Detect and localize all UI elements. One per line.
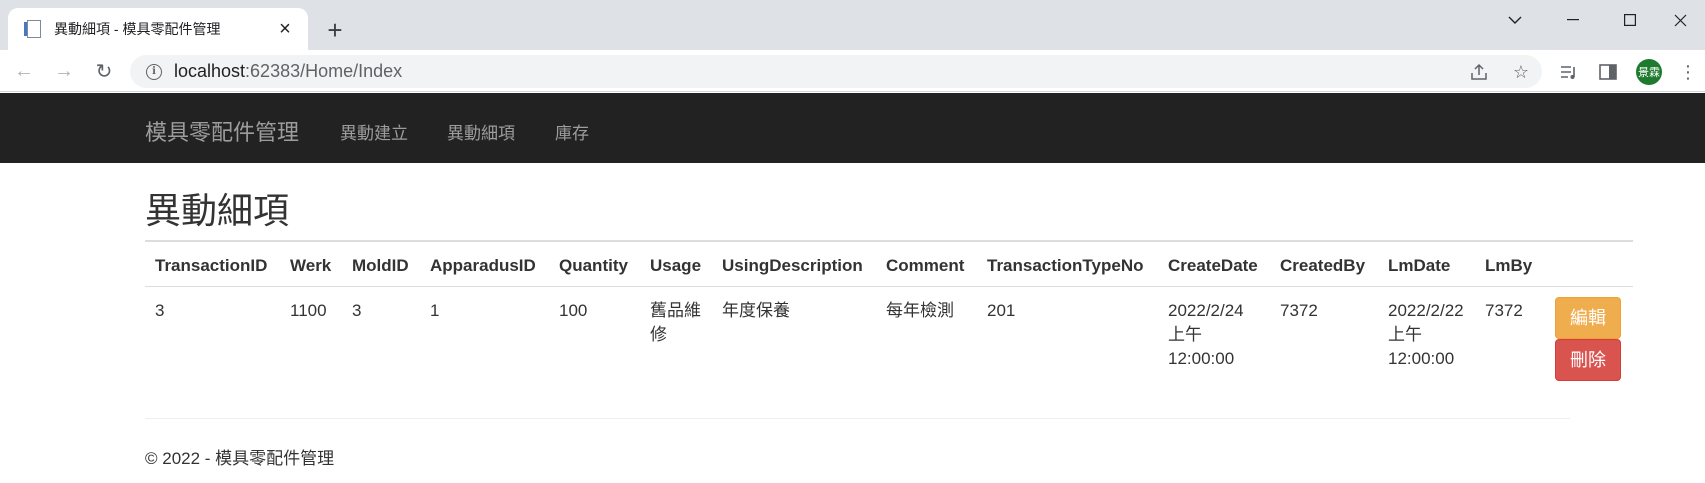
browser-tab-strip: 異動細項 - 模具零配件管理 × +	[0, 0, 1705, 50]
cell-quantity: 100	[559, 301, 588, 320]
site-info-icon[interactable]: i	[146, 63, 162, 80]
cell-actions: 編輯 刪除	[1545, 287, 1633, 406]
cell-lm-by: 7372	[1485, 301, 1523, 320]
cell-comment: 每年檢測	[886, 301, 954, 320]
transactions-table-wrapper: TransactionID Werk MoldID ApparadusID Qu…	[145, 240, 1633, 405]
profile-avatar[interactable]: 景霖	[1636, 59, 1662, 85]
column-header: CreateDate	[1158, 240, 1270, 287]
browser-toolbar: ← → ↻ i localhost:62383/Home/Index ☆ 景霖 …	[0, 50, 1705, 92]
transactions-table: TransactionID Werk MoldID ApparadusID Qu…	[145, 240, 1633, 405]
tab-close-icon[interactable]: ×	[274, 18, 296, 40]
nav-link-inventory[interactable]: 庫存	[555, 119, 589, 144]
browser-tab[interactable]: 異動細項 - 模具零配件管理 ×	[8, 8, 308, 50]
nav-link-details[interactable]: 異動細項	[447, 119, 515, 144]
column-header: Quantity	[549, 240, 640, 287]
delete-button[interactable]: 刪除	[1555, 339, 1621, 381]
cell-using-description: 年度保養	[722, 301, 790, 320]
column-header: LmDate	[1378, 240, 1475, 287]
page-favicon-icon	[24, 19, 42, 39]
column-header: TransactionID	[145, 240, 280, 287]
reading-list-icon[interactable]	[1558, 61, 1580, 83]
column-header: Usage	[640, 240, 712, 287]
column-header: MoldID	[342, 240, 420, 287]
footer-divider	[145, 418, 1570, 419]
column-header: TransactionTypeNo	[977, 240, 1158, 287]
cell-transaction-type-no: 201	[987, 301, 1016, 320]
column-header: ApparadusID	[420, 240, 549, 287]
window-close-icon[interactable]	[1655, 4, 1705, 36]
cell-usage: 舊品維修	[650, 301, 701, 344]
browser-menu-icon[interactable]: ⋮	[1677, 61, 1699, 83]
forward-icon[interactable]: →	[50, 57, 78, 85]
table-header-row: TransactionID Werk MoldID ApparadusID Qu…	[145, 240, 1633, 287]
table-row: 3 1100 3 1 100 舊品維修 年度保養 每年檢測 201 2022/2…	[145, 287, 1633, 406]
column-header-actions	[1545, 240, 1633, 287]
back-icon[interactable]: ←	[10, 57, 38, 85]
side-panel-icon[interactable]	[1597, 61, 1619, 83]
bookmark-star-icon[interactable]: ☆	[1510, 61, 1532, 83]
footer-copyright: © 2022 - 模具零配件管理	[145, 449, 335, 468]
page-title: 異動細項	[145, 190, 290, 231]
url-text: localhost:62383/Home/Index	[174, 61, 403, 81]
tab-search-chevron-icon[interactable]	[1490, 4, 1540, 36]
cell-werk: 1100	[290, 301, 327, 320]
column-header: CreatedBy	[1270, 240, 1378, 287]
edit-button[interactable]: 編輯	[1555, 297, 1621, 339]
cell-create-date: 2022/2/24 上午 12:00:00	[1168, 301, 1244, 368]
brand-link[interactable]: 模具零配件管理	[145, 115, 299, 147]
reload-icon[interactable]: ↻	[90, 57, 118, 85]
column-header: Comment	[876, 240, 977, 287]
column-header: UsingDescription	[712, 240, 876, 287]
tab-title: 異動細項 - 模具零配件管理	[54, 21, 221, 37]
site-navbar: 模具零配件管理 異動建立 異動細項 庫存	[0, 93, 1705, 163]
column-header: LmBy	[1475, 240, 1545, 287]
cell-transaction-id: 3	[155, 301, 165, 320]
address-bar[interactable]: i localhost:62383/Home/Index	[130, 55, 1542, 88]
cell-mold-id: 3	[352, 301, 362, 320]
minimize-icon[interactable]	[1548, 4, 1598, 36]
cell-lm-date: 2022/2/22 上午 12:00:00	[1388, 301, 1464, 368]
nav-link-create[interactable]: 異動建立	[340, 119, 408, 144]
column-header: Werk	[280, 240, 342, 287]
share-icon[interactable]	[1468, 61, 1490, 83]
maximize-icon[interactable]	[1605, 4, 1655, 36]
new-tab-icon[interactable]: +	[320, 15, 350, 45]
cell-apparadus-id: 1	[430, 301, 440, 320]
cell-created-by: 7372	[1280, 301, 1318, 320]
